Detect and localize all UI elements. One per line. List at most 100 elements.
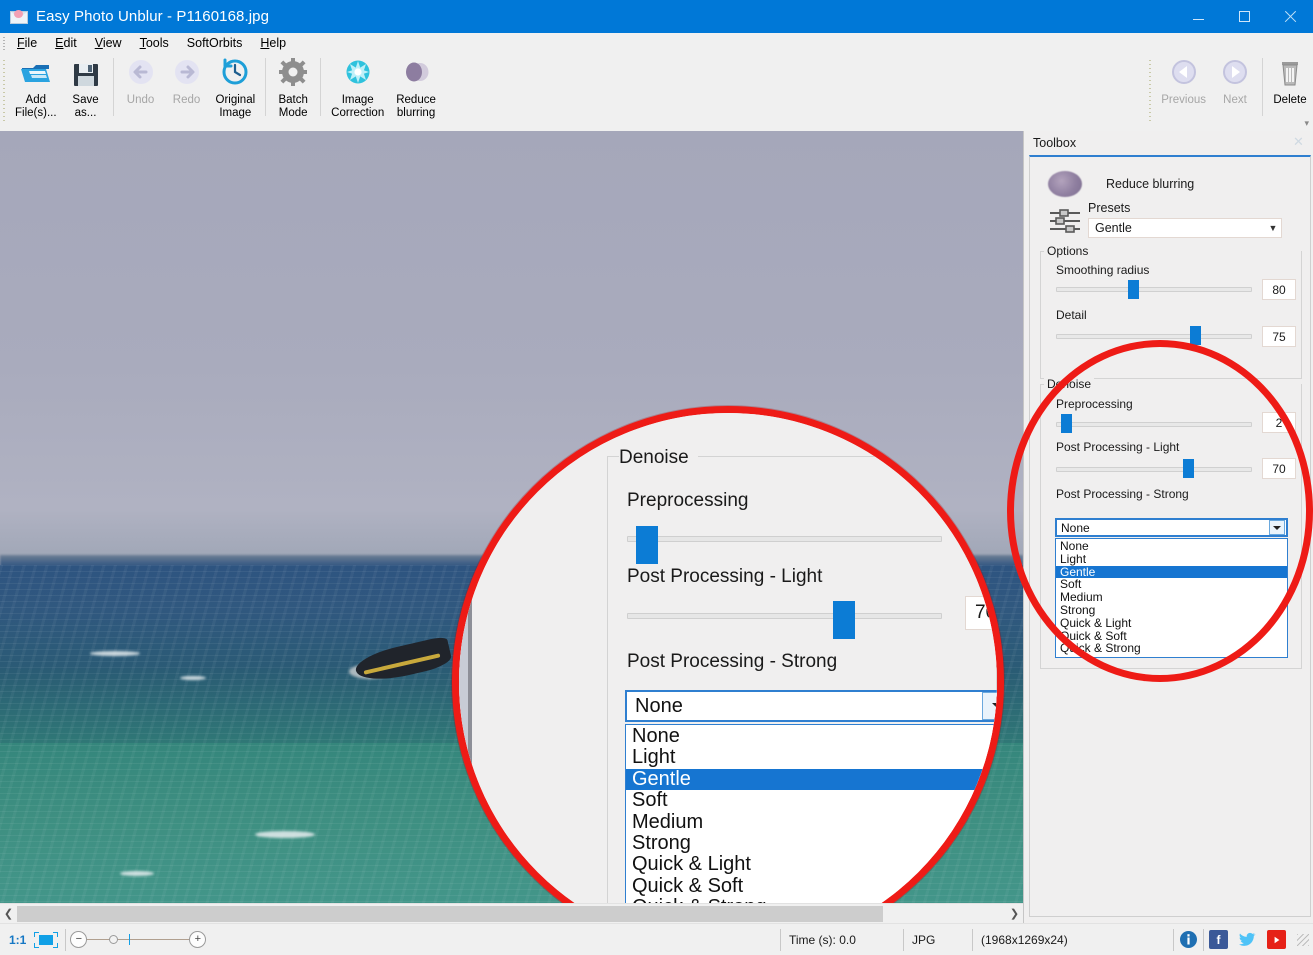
chevron-right-icon[interactable]: ❯ [1006,907,1023,920]
toolbar-save-as-line2: as... [75,107,97,120]
magnified-option-medium[interactable]: Medium [626,812,1004,833]
menu-tools-label: ools [146,36,169,50]
blur-circle-icon [1048,171,1082,197]
minus-icon[interactable]: − [70,931,87,948]
smoothing-radius-thumb[interactable] [1128,280,1139,299]
youtube-icon[interactable] [1267,930,1286,949]
detail-value[interactable]: 75 [1262,326,1296,347]
toolbar-original-line2: Image [219,107,251,120]
toolbar-original-image-button[interactable]: Original Image [210,54,262,120]
plus-icon[interactable]: + [189,931,206,948]
maximize-button[interactable] [1221,0,1267,33]
menu-file[interactable]: File [8,33,46,53]
scroll-thumb[interactable] [17,906,883,922]
toolbar-next-button[interactable]: Next [1212,54,1258,107]
undo-arrow-icon [124,57,158,91]
magnified-post-strong-combo[interactable]: None [625,690,1004,722]
toolbox-close-icon[interactable]: ✕ [1292,136,1305,149]
close-button[interactable] [1267,0,1313,33]
menu-view[interactable]: View [86,33,131,53]
magnified-option-strong[interactable]: Strong [626,833,1004,854]
facebook-icon[interactable]: f [1209,930,1228,949]
magnified-option-quick-light[interactable]: Quick & Light [626,854,1004,875]
detail-track[interactable] [1056,334,1252,339]
right-circle-arrow-icon [1218,57,1252,91]
minimize-button[interactable] [1175,0,1221,33]
toolbar-previous-button[interactable]: Previous [1155,54,1212,107]
smoothing-radius-track[interactable] [1056,287,1252,292]
menu-help[interactable]: Help [251,33,295,53]
post-processing-strong-value: None [1057,521,1269,535]
toolbar-grip-right[interactable] [1146,54,1155,131]
option-strong[interactable]: Strong [1056,604,1287,617]
status-separator [1203,929,1204,951]
preprocessing-track[interactable] [1056,422,1252,427]
post-processing-light-track[interactable] [1056,467,1252,472]
overflow-chevron-icon[interactable]: ▾ [1304,118,1309,129]
starburst-icon [341,57,375,91]
post-processing-light-label: Post Processing - Light [1056,440,1179,454]
chevron-left-icon[interactable]: ❮ [0,907,17,920]
toolbar-add-files-button[interactable]: Add File(s)... [9,54,63,120]
magnified-preprocessing-thumb[interactable] [636,526,658,564]
toolbar-grip[interactable] [0,54,9,131]
toolbar-save-as-line1: Save [72,94,98,107]
magnified-option-light[interactable]: Light [626,747,1004,768]
zoom-slider[interactable]: − + [70,931,206,948]
post-processing-strong-dropdown[interactable]: None Light Gentle Soft Medium Strong Qui… [1055,538,1288,658]
presets-combo[interactable]: Gentle ▼ [1088,218,1282,238]
option-quick-strong[interactable]: Quick & Strong [1056,642,1287,655]
magnified-option-none[interactable]: None [626,726,1004,747]
zoom-slider-knob[interactable] [109,935,118,944]
preprocessing-value[interactable]: 2 [1262,412,1296,433]
toolbar-redo-label: Redo [173,94,201,107]
smoothing-radius-value[interactable]: 80 [1262,279,1296,300]
toolbar-reduce-line1: Reduce [396,94,436,107]
menu-edit[interactable]: Edit [46,33,86,53]
post-processing-light-thumb[interactable] [1183,459,1194,478]
magnified-post-light-track[interactable] [627,613,942,619]
photo-foam [255,831,315,838]
magnified-post-strong-dropdown[interactable]: None Light Gentle Soft Medium Strong Qui… [625,724,1004,903]
toolbar-undo-button[interactable]: Undo [118,54,164,107]
toolbar-save-as-button[interactable]: Save as... [63,54,109,120]
option-none[interactable]: None [1056,540,1287,553]
toolbar-delete-label: Delete [1273,94,1306,107]
info-icon[interactable] [1179,930,1198,949]
magnified-option-quick-soft[interactable]: Quick & Soft [626,876,1004,897]
canvas-horizontal-scrollbar[interactable]: ❮ ❯ [0,903,1023,923]
resize-grip[interactable] [1297,934,1309,946]
chevron-down-icon[interactable] [1269,520,1285,535]
magnified-post-light-thumb[interactable] [833,601,855,639]
preprocessing-label: Preprocessing [1056,397,1133,411]
toolbar-correction-line1: Image [342,94,374,107]
menu-tools[interactable]: Tools [131,33,178,53]
post-processing-light-value[interactable]: 70 [1262,458,1296,479]
post-processing-strong-combo[interactable]: None [1055,518,1288,537]
zoom-slider-track[interactable] [87,931,189,948]
toolbar-image-correction-button[interactable]: Image Correction [325,54,390,120]
option-quick-light[interactable]: Quick & Light [1056,617,1287,630]
option-light[interactable]: Light [1056,553,1287,566]
magnified-option-gentle[interactable]: Gentle [626,769,1004,790]
zoom-slider-tick [129,934,130,945]
toolbar-batch-line2: Mode [279,107,308,120]
toolbar-batch-mode-button[interactable]: Batch Mode [270,54,316,120]
twitter-icon[interactable] [1238,930,1257,949]
toolbar-reduce-blurring-button[interactable]: Reduce blurring [390,54,442,120]
magnified-preprocessing-track[interactable] [627,536,942,542]
menu-softorbits[interactable]: SoftOrbits [178,33,252,53]
detail-thumb[interactable] [1190,326,1201,345]
app-icon [10,9,28,25]
option-gentle[interactable]: Gentle [1056,566,1287,579]
magnified-chevron-down-icon[interactable] [982,692,1004,720]
chevron-down-icon[interactable]: ▼ [1265,223,1281,233]
fit-to-window-icon[interactable] [33,932,59,948]
image-canvas[interactable]: Denoise Preprocessing 2 Post Processing … [0,131,1023,903]
toolbar-redo-button[interactable]: Redo [164,54,210,107]
preprocessing-thumb[interactable] [1061,414,1072,433]
zoom-ratio-label[interactable]: 1:1 [0,933,33,947]
toolbar-delete-button[interactable]: Delete [1267,54,1313,107]
magnified-option-soft[interactable]: Soft [626,790,1004,811]
scroll-track[interactable] [17,905,1006,923]
